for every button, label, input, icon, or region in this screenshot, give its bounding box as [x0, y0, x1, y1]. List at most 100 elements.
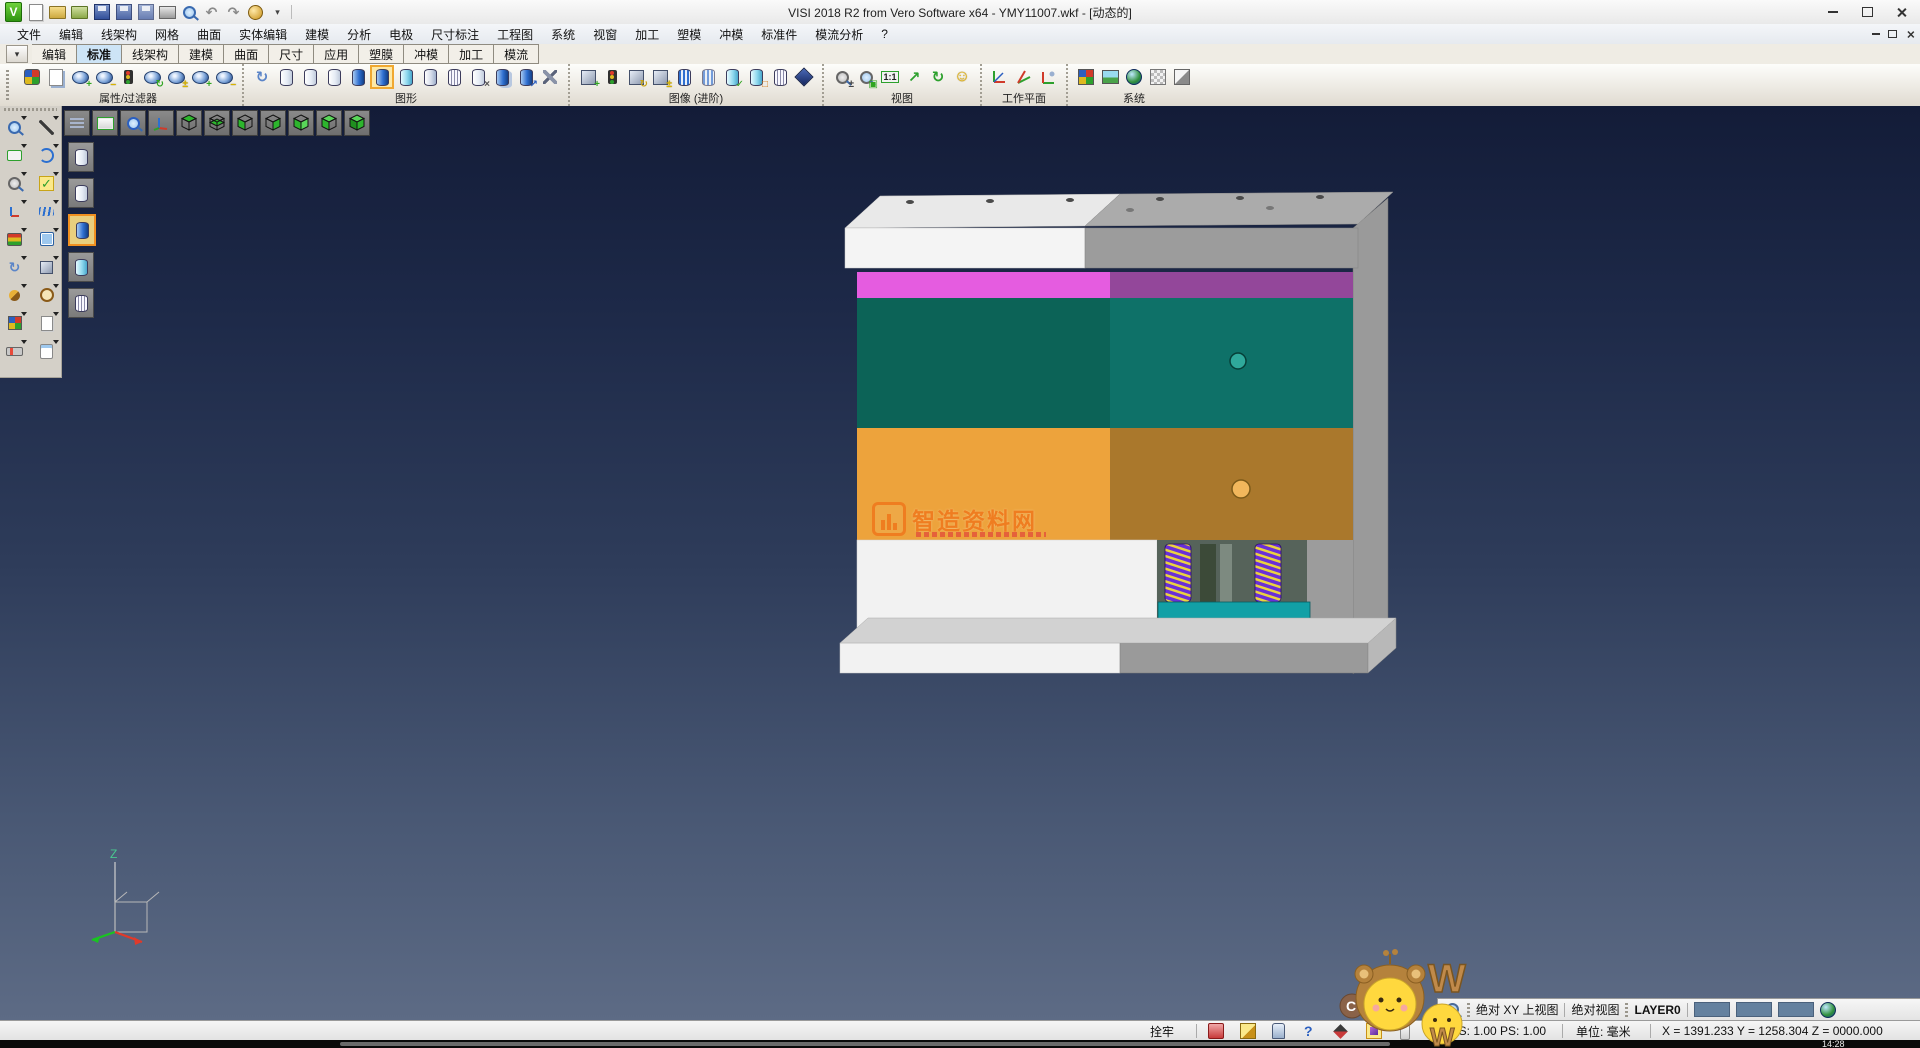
quickbar-dropdown-icon[interactable]: ▾: [269, 4, 286, 21]
menu-item-file[interactable]: 文件: [8, 26, 50, 43]
layer-color-swatch-3[interactable]: [1778, 1002, 1814, 1017]
tab-surface[interactable]: 曲面: [224, 44, 269, 64]
world-icon[interactable]: [1820, 1002, 1837, 1018]
menu-item-solid-edit[interactable]: 实体编辑: [230, 26, 296, 43]
tab-edit[interactable]: 编辑: [32, 44, 77, 64]
cylinder-delete-icon[interactable]: ×: [468, 67, 488, 87]
menu-item-mould[interactable]: 塑模: [668, 26, 710, 43]
eye-toggle-icon[interactable]: ±: [166, 67, 186, 87]
menu-item-machining[interactable]: 加工: [626, 26, 668, 43]
ucs-cube-icon[interactable]: [1366, 1021, 1382, 1041]
record-icon[interactable]: [1208, 1021, 1224, 1041]
menu-item-flow-analysis[interactable]: 模流分析: [806, 26, 872, 43]
new-file-icon[interactable]: [27, 4, 44, 21]
sketch-tool-icon[interactable]: [36, 200, 58, 222]
refresh-view-icon[interactable]: ↻: [928, 67, 948, 87]
refresh-tool-icon[interactable]: ↻: [4, 256, 26, 278]
menu-item-drawing[interactable]: 工程图: [488, 26, 542, 43]
display-hidden-line-icon[interactable]: [68, 178, 94, 208]
tab-modeling[interactable]: 建模: [179, 44, 224, 64]
layers-icon[interactable]: [4, 228, 26, 250]
workplane-edit-icon[interactable]: [1014, 67, 1034, 87]
cylinder-blue-icon[interactable]: [348, 67, 368, 87]
solids-add-icon[interactable]: +: [578, 67, 598, 87]
view-bottom-icon[interactable]: [204, 110, 230, 136]
zoom-one-to-one-icon[interactable]: 1:1: [880, 67, 900, 87]
eye-remove-icon[interactable]: –: [94, 67, 114, 87]
menu-item-stamping[interactable]: 冲模: [710, 26, 752, 43]
display-shaded-icon[interactable]: [68, 214, 96, 246]
zoom-dynamic-icon[interactable]: [120, 110, 146, 136]
save-icon[interactable]: [93, 4, 110, 21]
zoom-window-icon[interactable]: ▣: [856, 67, 876, 87]
print-preview-icon[interactable]: [181, 4, 198, 21]
viewport-3d[interactable]: 智造资料网 Z: [0, 106, 1920, 1020]
menu-item-window[interactable]: 视窗: [584, 26, 626, 43]
color-table-icon[interactable]: [1076, 67, 1096, 87]
fit-view-icon[interactable]: [4, 144, 26, 166]
notes-tool-icon[interactable]: [36, 340, 58, 362]
view-top-icon[interactable]: [176, 110, 202, 136]
absolute-view-indicator[interactable]: 绝对视图: [1571, 1001, 1619, 1018]
visibility-traffic-icon[interactable]: [118, 67, 138, 87]
palette-filter-icon[interactable]: [22, 67, 42, 87]
menu-item-modeling[interactable]: 建模: [296, 26, 338, 43]
save-all-icon[interactable]: [137, 4, 154, 21]
lock-toggle[interactable]: 拴牢: [1150, 1021, 1174, 1041]
tab-stamping[interactable]: 冲模: [404, 44, 449, 64]
plot-stamp-icon[interactable]: [247, 4, 264, 21]
menu-item-surface[interactable]: 曲面: [188, 26, 230, 43]
menu-item-standard-parts[interactable]: 标准件: [752, 26, 806, 43]
history-tool-icon[interactable]: [36, 284, 58, 306]
layer-color-swatch-2[interactable]: [1736, 1002, 1772, 1017]
cylinder-wireframe-icon[interactable]: [444, 67, 464, 87]
cylinder-striped-blue-icon[interactable]: [674, 67, 694, 87]
pan-arrow-icon[interactable]: ↗: [904, 67, 924, 87]
tab-mould[interactable]: 塑膜: [359, 44, 404, 64]
tab-machining[interactable]: 加工: [449, 44, 494, 64]
snap-icon[interactable]: [1334, 1021, 1347, 1041]
menu-item-dimension[interactable]: 尺寸标注: [422, 26, 488, 43]
view-back-left-icon[interactable]: [232, 110, 258, 136]
zoom-scale-icon[interactable]: [4, 172, 26, 194]
taskbar-scrollbar[interactable]: [340, 1042, 1390, 1046]
eye-refresh-icon[interactable]: ↻: [142, 67, 162, 87]
menu-item-system[interactable]: 系统: [542, 26, 584, 43]
tab-flow[interactable]: 模流: [494, 44, 539, 64]
import-file-icon[interactable]: [71, 4, 88, 21]
tab-application[interactable]: 应用: [314, 44, 359, 64]
ucs-tool-icon[interactable]: [4, 284, 26, 306]
solids-refresh-icon[interactable]: ↻: [626, 67, 646, 87]
tabbar-dropdown-icon[interactable]: ▾: [6, 45, 28, 63]
cylinder-check-icon[interactable]: ✓: [722, 67, 742, 87]
copy-attributes-icon[interactable]: [46, 67, 66, 87]
tab-dimension[interactable]: 尺寸: [269, 44, 314, 64]
tab-standard[interactable]: 标准: [77, 44, 122, 64]
graphics-tools-icon[interactable]: [540, 67, 560, 87]
view-right-icon[interactable]: [260, 110, 286, 136]
menu-item-edit[interactable]: 编辑: [50, 26, 92, 43]
zoom-fit-icon[interactable]: [92, 110, 118, 136]
zoom-tool-icon[interactable]: [4, 116, 26, 138]
cylinder-outline-2-icon[interactable]: [300, 67, 320, 87]
eye-minus-icon[interactable]: –: [214, 67, 234, 87]
view-iso-icon[interactable]: [344, 110, 370, 136]
save-as-icon[interactable]: [115, 4, 132, 21]
image-icon[interactable]: [1100, 67, 1120, 87]
view-left-icon[interactable]: [316, 110, 342, 136]
rotate-view-icon[interactable]: [4, 200, 26, 222]
close-button[interactable]: [1884, 0, 1918, 24]
cylinder-outline-1-icon[interactable]: [276, 67, 296, 87]
mdi-minimize-button[interactable]: [1872, 33, 1880, 35]
mdi-restore-button[interactable]: [1888, 30, 1897, 38]
tab-wireframe[interactable]: 线架构: [122, 44, 179, 64]
menu-item-analysis[interactable]: 分析: [338, 26, 380, 43]
maximize-button[interactable]: [1850, 0, 1884, 24]
palette-tool-icon[interactable]: [4, 312, 26, 334]
raster-icon[interactable]: [1148, 67, 1168, 87]
display-wireframe-icon[interactable]: [68, 142, 94, 172]
cylinder-outline-3-icon[interactable]: [324, 67, 344, 87]
display-shaded-edges-icon[interactable]: [68, 252, 94, 282]
display-transparent-icon[interactable]: [68, 288, 94, 318]
workplane-align-icon[interactable]: [1038, 67, 1058, 87]
